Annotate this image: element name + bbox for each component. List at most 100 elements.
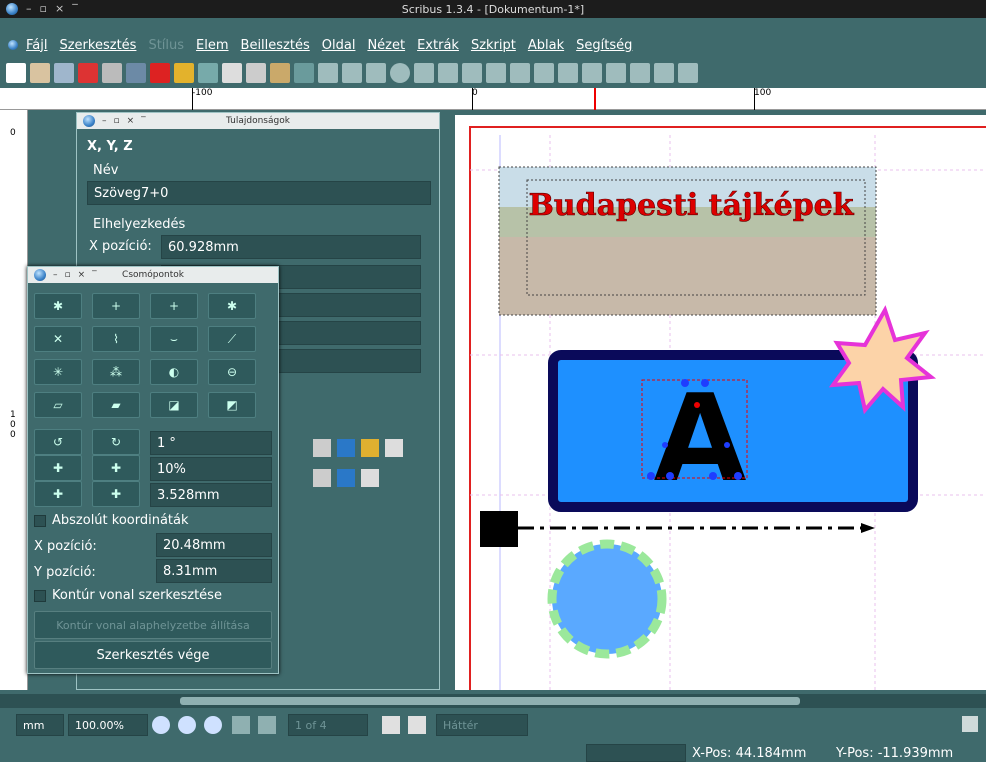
- paste-icon[interactable]: [270, 63, 290, 83]
- zoom-in-icon[interactable]: [204, 716, 222, 734]
- last-page-icon[interactable]: [408, 716, 426, 734]
- mirror-vertical-button[interactable]: ⊖: [208, 359, 256, 385]
- measure-icon[interactable]: [630, 63, 650, 83]
- nodes-maximize-icon[interactable]: ▫: [65, 270, 71, 280]
- freehand-icon[interactable]: [486, 63, 506, 83]
- save-icon[interactable]: [54, 63, 74, 83]
- pdf-export-icon[interactable]: [150, 63, 170, 83]
- menu-insert[interactable]: Beillesztés: [235, 38, 316, 53]
- next-page-icon[interactable]: [382, 716, 400, 734]
- node-x-field[interactable]: 20.48mm: [156, 533, 272, 557]
- shear-left-button[interactable]: ▱: [34, 392, 82, 418]
- scale-percent-field[interactable]: 10%: [150, 457, 272, 481]
- menu-page[interactable]: Oldal: [316, 38, 362, 53]
- preflight-icon[interactable]: [126, 63, 146, 83]
- absolute-coords-option[interactable]: Abszolút koordináták: [34, 513, 189, 528]
- horizontal-scrollbar[interactable]: [0, 694, 986, 708]
- enlarge-percent-button[interactable]: ✚: [92, 455, 140, 481]
- bezier-icon[interactable]: [462, 63, 482, 83]
- new-document-icon[interactable]: [6, 63, 26, 83]
- zoom-out-icon[interactable]: [152, 716, 170, 734]
- panel-maximize-icon[interactable]: ▫: [114, 116, 120, 126]
- cut-icon[interactable]: [222, 63, 242, 83]
- symmetric-control-button[interactable]: ⌇: [92, 326, 140, 352]
- menu-script[interactable]: Szkript: [465, 38, 522, 53]
- shrink-mm-button[interactable]: ✚: [34, 481, 82, 507]
- move-control-points-button[interactable]: +: [92, 293, 140, 319]
- shape-icon[interactable]: [390, 63, 410, 83]
- independent-control-button[interactable]: ✕: [34, 326, 82, 352]
- menu-file[interactable]: Fájl: [20, 38, 53, 53]
- text-frame-icon[interactable]: [318, 63, 338, 83]
- reset-control-button[interactable]: ⌣: [150, 326, 198, 352]
- copy-properties-icon[interactable]: [654, 63, 674, 83]
- select-icon[interactable]: [294, 63, 314, 83]
- polygon-icon[interactable]: [414, 63, 434, 83]
- lock-icon[interactable]: [361, 439, 379, 457]
- zoom-100-icon[interactable]: [178, 716, 196, 734]
- size-lock-icon[interactable]: [385, 439, 403, 457]
- zoom-icon[interactable]: [534, 63, 554, 83]
- edit-contents-icon[interactable]: [558, 63, 578, 83]
- flip-icon[interactable]: [313, 439, 331, 457]
- section-xyz[interactable]: X, Y, Z: [87, 139, 133, 154]
- node-y-field[interactable]: 8.31mm: [156, 559, 272, 583]
- x-position-field[interactable]: 60.928mm: [161, 235, 421, 259]
- document-page[interactable]: Budapesti tájképek A: [455, 115, 986, 690]
- open-path-button[interactable]: ✳: [34, 359, 82, 385]
- menu-help[interactable]: Segítség: [570, 38, 638, 53]
- letter-a-shape[interactable]: A: [654, 370, 747, 509]
- nodes-minimize-icon[interactable]: –: [53, 270, 58, 280]
- nodes-close-icon[interactable]: ×: [78, 270, 86, 280]
- shear-up-button[interactable]: ◪: [150, 392, 198, 418]
- table-icon[interactable]: [366, 63, 386, 83]
- close-path-button[interactable]: ⁂: [92, 359, 140, 385]
- app-menu-icon[interactable]: [8, 40, 18, 50]
- scrollbar-thumb[interactable]: [180, 697, 800, 705]
- panel-close-icon[interactable]: ×: [127, 116, 135, 126]
- minimize-icon[interactable]: –: [26, 2, 32, 15]
- menu-windows[interactable]: Ablak: [522, 38, 570, 53]
- rotate-angle-field[interactable]: 1 °: [150, 431, 272, 455]
- black-square[interactable]: [480, 511, 518, 547]
- menu-view[interactable]: Nézet: [361, 38, 411, 53]
- copy-icon[interactable]: [246, 63, 266, 83]
- shrink-percent-button[interactable]: ✚: [34, 455, 82, 481]
- add-nodes-button[interactable]: +: [150, 293, 198, 319]
- eyedropper-icon[interactable]: [678, 63, 698, 83]
- move-nodes-button[interactable]: ✱: [34, 293, 82, 319]
- preview-icon[interactable]: [962, 716, 978, 732]
- redo-icon[interactable]: [198, 63, 218, 83]
- menu-edit[interactable]: Szerkesztés: [53, 38, 142, 53]
- name-field[interactable]: Szöveg7+0: [87, 181, 431, 205]
- rotate-ccw-button[interactable]: ↺: [34, 429, 82, 455]
- mirror-v-icon[interactable]: [337, 469, 355, 487]
- undo-icon[interactable]: [174, 63, 194, 83]
- reset-this-control-button[interactable]: ⟋: [208, 326, 256, 352]
- panel-minimize-icon[interactable]: –: [102, 116, 107, 126]
- layer-select[interactable]: Háttér: [436, 714, 528, 736]
- menu-icon[interactable]: ‾: [72, 2, 78, 15]
- shear-right-button[interactable]: ▰: [92, 392, 140, 418]
- rotate-icon[interactable]: [510, 63, 530, 83]
- flip-v-icon[interactable]: [313, 469, 331, 487]
- enlarge-mm-button[interactable]: ✚: [92, 481, 140, 507]
- delete-nodes-button[interactable]: ✱: [208, 293, 256, 319]
- dashed-circle[interactable]: [547, 539, 667, 659]
- absolute-coords-checkbox[interactable]: [34, 514, 46, 527]
- line-icon[interactable]: [438, 63, 458, 83]
- maximize-icon[interactable]: ▫: [40, 2, 47, 15]
- end-edit-button[interactable]: Szerkesztés vége: [34, 641, 272, 669]
- title-text[interactable]: Budapesti tájképek: [528, 188, 855, 224]
- image-frame-icon[interactable]: [342, 63, 362, 83]
- close-document-icon[interactable]: [78, 63, 98, 83]
- menu-extras[interactable]: Extrák: [411, 38, 465, 53]
- page-select[interactable]: 1 of 4: [288, 714, 368, 736]
- contour-edit-option[interactable]: Kontúr vonal szerkesztése: [34, 588, 222, 603]
- rotate-cw-button[interactable]: ↻: [92, 429, 140, 455]
- panel-menu-icon[interactable]: ‾: [141, 116, 146, 126]
- unit-select[interactable]: mm: [16, 714, 64, 736]
- menu-item[interactable]: Elem: [190, 38, 235, 53]
- zoom-field[interactable]: 100.00%: [68, 714, 148, 736]
- unlink-frames-icon[interactable]: [606, 63, 626, 83]
